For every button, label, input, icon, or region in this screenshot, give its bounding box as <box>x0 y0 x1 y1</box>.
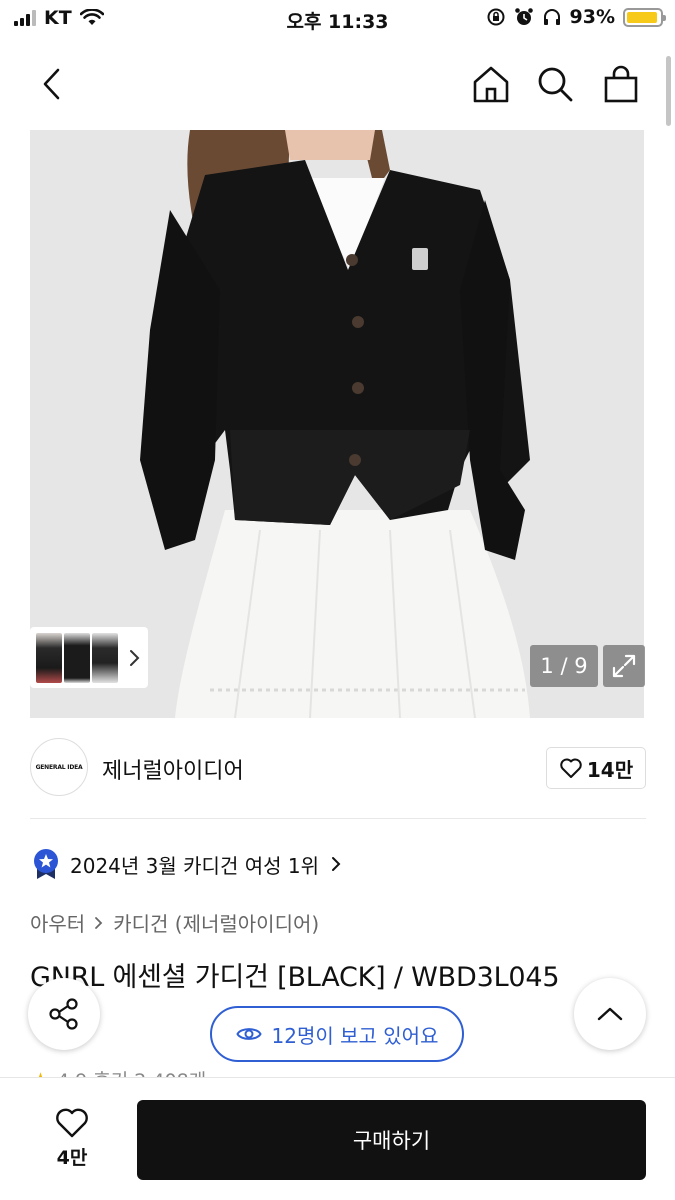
breadcrumb-category[interactable]: 아우터 <box>30 908 85 937</box>
thumbnail-3[interactable] <box>92 632 118 683</box>
thumbnail-1[interactable] <box>36 632 62 683</box>
chevron-right-icon <box>331 857 341 871</box>
buy-button[interactable]: 구매하기 <box>137 1100 646 1180</box>
image-page-counter: 1 / 9 <box>530 645 598 687</box>
headphones-icon <box>543 9 560 25</box>
bottom-action-bar: 4만 구매하기 <box>0 1077 675 1200</box>
scroll-top-button[interactable] <box>574 978 646 1050</box>
thumbnail-strip[interactable] <box>30 627 148 688</box>
back-button[interactable] <box>28 60 76 108</box>
status-bar: KT 오후 11:33 93% <box>0 0 675 38</box>
divider <box>30 818 646 819</box>
eye-icon <box>235 1028 262 1040</box>
wishlist-button[interactable]: 4만 <box>32 1100 112 1176</box>
scroll-indicator <box>666 56 671 126</box>
chevron-up-icon <box>597 1007 623 1021</box>
battery-percent: 93% <box>569 6 615 28</box>
viewers-badge: 12명이 보고 있어요 <box>210 1006 464 1062</box>
breadcrumb: 아우터 카디건 (제너럴아이디어) <box>30 908 319 937</box>
chevron-right-icon <box>95 916 103 929</box>
nav-bar <box>0 48 675 120</box>
chevron-left-icon <box>43 68 60 100</box>
breadcrumb-subcategory[interactable]: 카디건 (제너럴아이디어) <box>113 908 319 937</box>
battery-icon <box>623 7 666 27</box>
brand-logo-text: GENERAL IDEA <box>35 763 83 771</box>
ranking-link[interactable]: 2024년 3월 카디건 여성 1위 <box>32 848 343 880</box>
share-icon <box>49 998 78 1030</box>
heart-icon <box>560 758 582 778</box>
alarm-icon <box>514 8 533 25</box>
ranking-text: 2024년 3월 카디건 여성 1위 <box>70 853 319 878</box>
brand-name[interactable]: 제너럴아이디어 <box>102 753 244 785</box>
fullscreen-button[interactable] <box>603 645 645 687</box>
cart-button[interactable] <box>597 60 645 108</box>
brand-logo[interactable]: GENERAL IDEA <box>30 738 88 796</box>
home-button[interactable] <box>467 60 515 108</box>
chevron-right-icon <box>130 649 140 666</box>
product-title: GNRL 에센셜 가디건 [BLACK] / WBD3L045 <box>30 962 560 993</box>
heart-icon <box>56 1108 88 1137</box>
expand-icon <box>612 654 636 678</box>
search-icon <box>538 67 573 102</box>
search-button[interactable] <box>531 60 579 108</box>
thumbnail-2[interactable] <box>64 632 90 683</box>
brand-like-count: 14만 <box>586 757 634 782</box>
brand-row: GENERAL IDEA 제너럴아이디어 14만 <box>30 738 646 800</box>
brand-like-button[interactable]: 14만 <box>546 747 646 789</box>
rotation-lock-icon <box>487 8 505 26</box>
viewers-text: 12명이 보고 있어요 <box>271 1023 439 1048</box>
status-right: 93% <box>486 6 666 28</box>
shopping-bag-icon <box>604 65 638 103</box>
ranking-badge-icon <box>34 849 58 879</box>
wishlist-count: 4만 <box>56 1146 88 1169</box>
share-button[interactable] <box>28 978 100 1050</box>
home-icon <box>473 66 509 103</box>
